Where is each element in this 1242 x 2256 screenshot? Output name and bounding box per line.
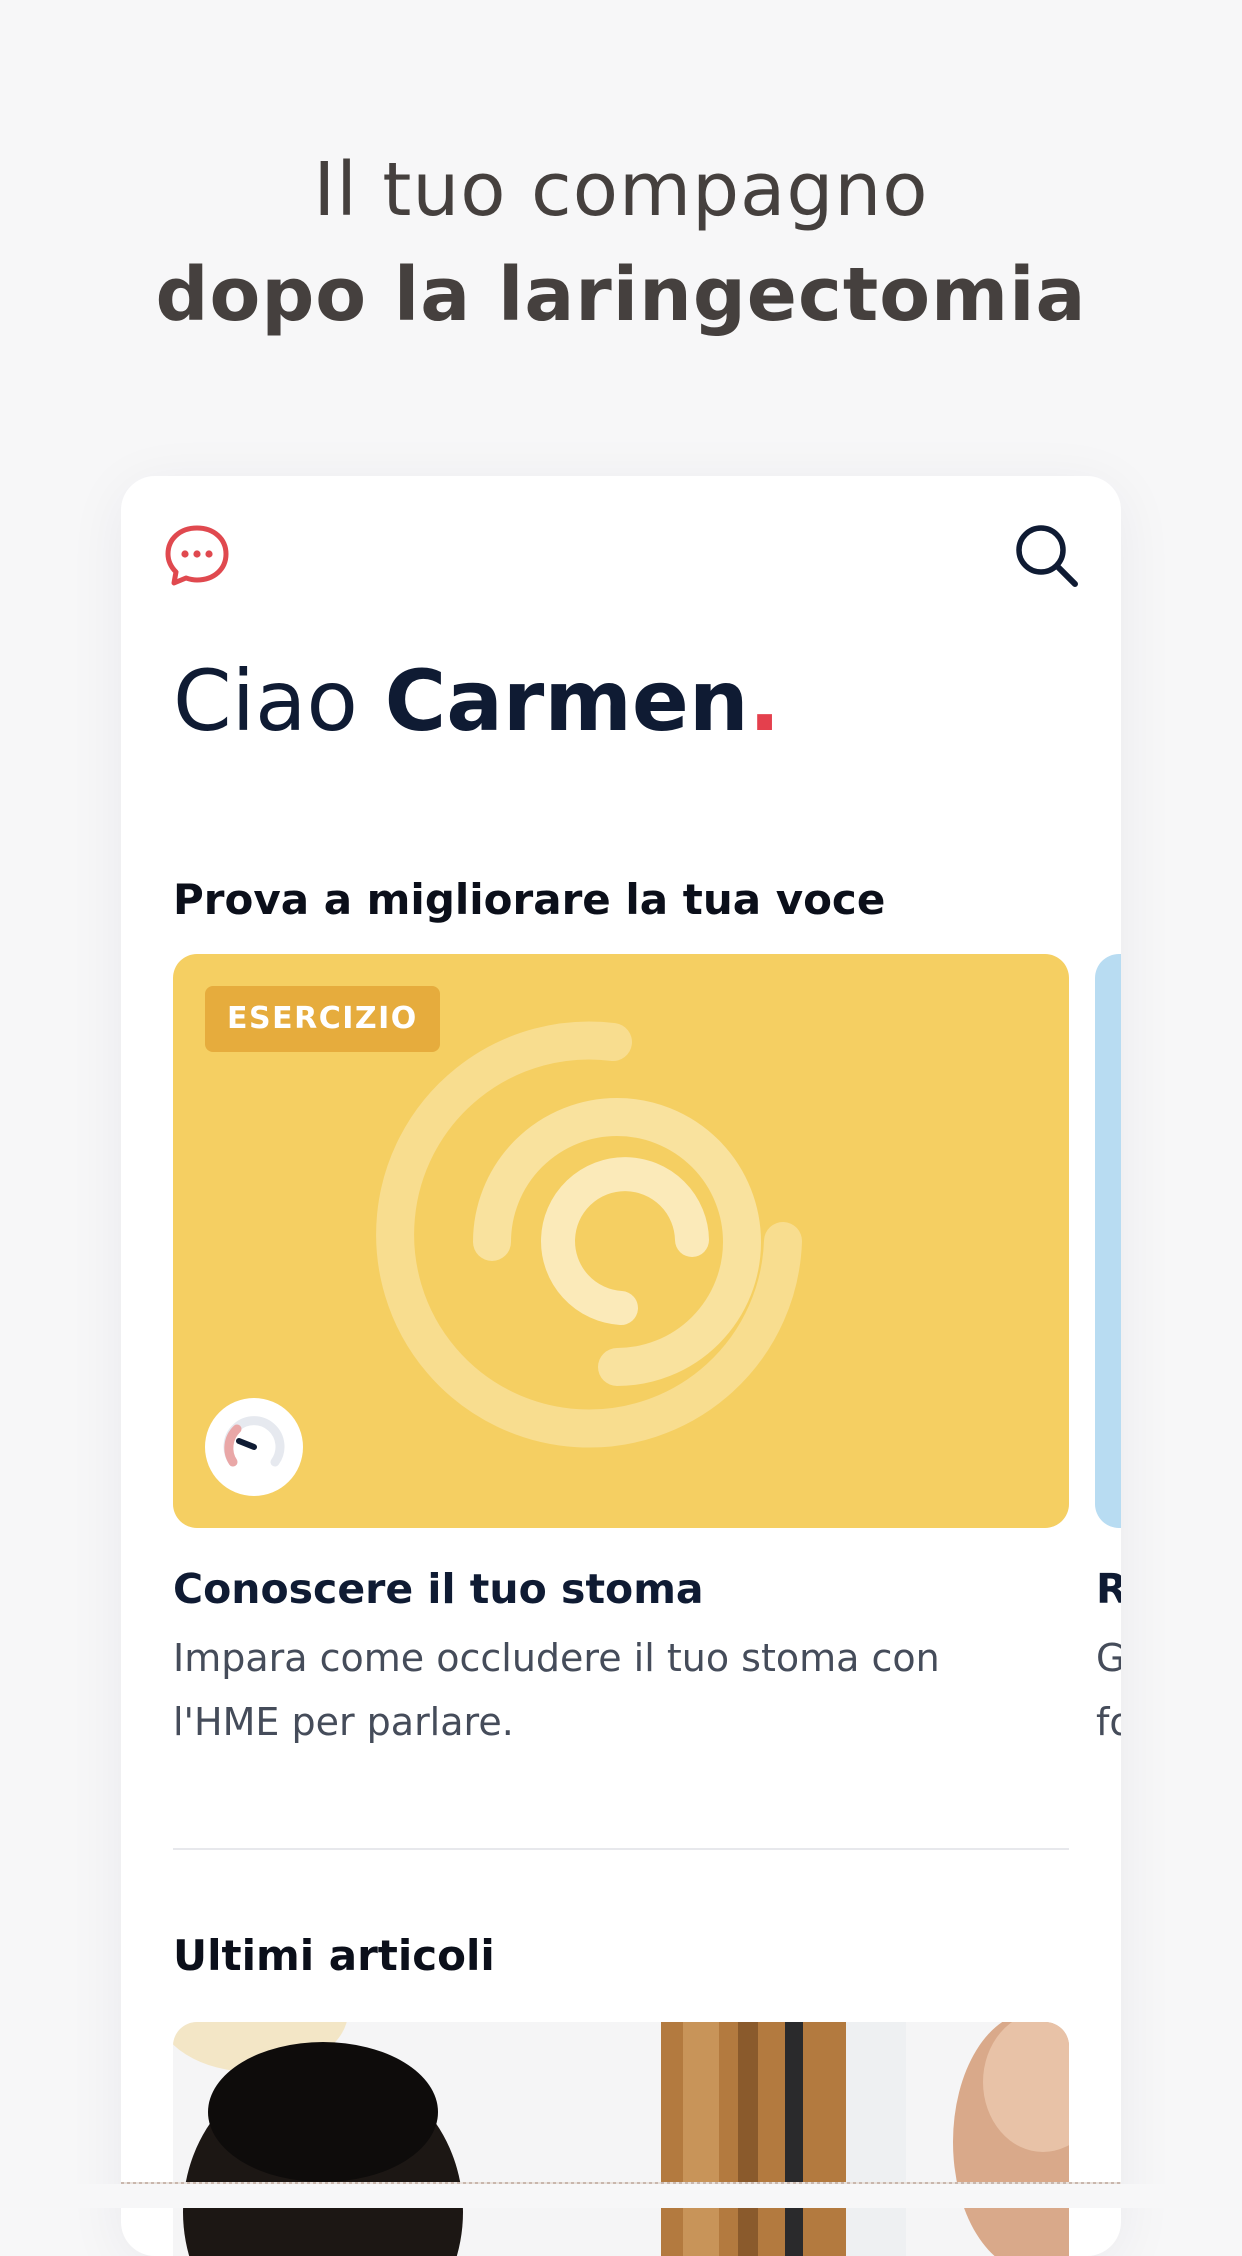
- exercise-card-description: Impara come occludere il tuo stoma con l…: [173, 1636, 940, 1744]
- hero-title-line2: dopo la laringectomia: [155, 252, 1087, 338]
- exercise-card-title[interactable]: Conoscere il tuo stoma: [173, 1561, 704, 1617]
- section-divider: [173, 1848, 1069, 1850]
- page-bottom-strip: [0, 2184, 1242, 2208]
- greeting-accent-dot: .: [748, 652, 781, 750]
- articles-section-title: Ultimi articoli: [173, 1931, 495, 1980]
- greeting-user-name: Carmen: [384, 652, 749, 750]
- gauge-icon: [205, 1398, 303, 1496]
- exercise-card[interactable]: ESERCIZIO: [173, 954, 1069, 1528]
- exercise-card-next[interactable]: [1095, 954, 1121, 1528]
- chat-bubble-icon[interactable]: [161, 520, 233, 592]
- greeting: Ciao Carmen.: [173, 646, 781, 756]
- hero-title-line1: Il tuo compagno: [313, 147, 929, 233]
- hero-heading: Il tuo compagno dopo la laringectomia: [0, 140, 1242, 350]
- search-icon[interactable]: [1011, 520, 1083, 592]
- greeting-hello: Ciao: [173, 652, 358, 750]
- app-screen: Ciao Carmen. Prova a migliorare la tua v…: [121, 476, 1121, 2256]
- exercise-card-next-title[interactable]: R: [1096, 1561, 1121, 1617]
- exercise-badge: ESERCIZIO: [205, 986, 440, 1052]
- voice-section-title: Prova a migliorare la tua voce: [173, 875, 886, 924]
- exercise-card-next-description: G fo: [1096, 1636, 1121, 1744]
- article-card-image[interactable]: [173, 2022, 1069, 2256]
